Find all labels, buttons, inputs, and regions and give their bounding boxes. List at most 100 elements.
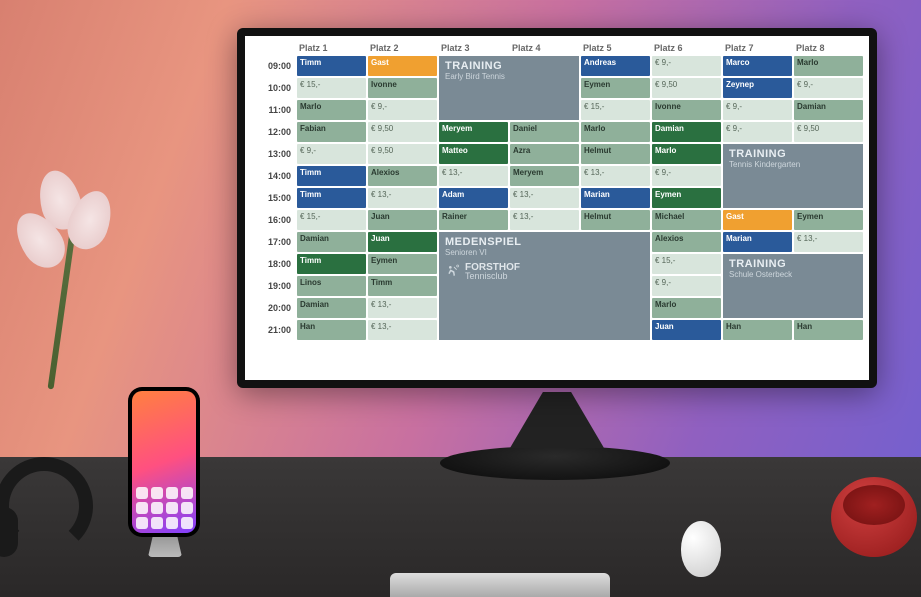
booking-slot[interactable]: Damian	[297, 232, 366, 252]
price-slot[interactable]: € 13,-	[794, 232, 863, 252]
block-medenspiel[interactable]: MEDENSPIEL Senioren VI FORSTHOFTennisclu…	[439, 232, 650, 340]
col-header: Platz 3	[439, 42, 508, 54]
booking-slot[interactable]: Timm	[297, 166, 366, 186]
price-slot[interactable]: € 9,50	[652, 78, 721, 98]
price-slot[interactable]: € 9,-	[297, 144, 366, 164]
booking-slot[interactable]: Meryem	[510, 166, 579, 186]
booking-slot[interactable]: Damian	[297, 298, 366, 318]
booking-slot[interactable]: Alexios	[368, 166, 437, 186]
keyboard-decor	[390, 573, 610, 597]
price-slot[interactable]: € 9,-	[794, 78, 863, 98]
booking-slot[interactable]: Matteo	[439, 144, 508, 164]
booking-slot[interactable]: Eymen	[652, 188, 721, 208]
booking-slot[interactable]: Eymen	[581, 78, 650, 98]
time-label: 09:00	[251, 56, 295, 76]
booking-slot[interactable]: Han	[297, 320, 366, 340]
booking-slot[interactable]: Marlo	[652, 144, 721, 164]
booking-slot[interactable]: Timm	[297, 56, 366, 76]
price-slot[interactable]: € 9,-	[652, 166, 721, 186]
booking-slot[interactable]: Azra	[510, 144, 579, 164]
booking-slot[interactable]: Juan	[652, 320, 721, 340]
price-slot[interactable]: € 13,-	[368, 188, 437, 208]
price-slot[interactable]: € 9,50	[368, 122, 437, 142]
booking-slot[interactable]: Marlo	[297, 100, 366, 120]
price-slot[interactable]: € 9,-	[723, 100, 792, 120]
col-header: Platz 4	[510, 42, 579, 54]
time-label: 14:00	[251, 166, 295, 186]
booking-slot[interactable]: Meryem	[439, 122, 508, 142]
price-slot[interactable]: € 13,-	[510, 188, 579, 208]
col-header: Platz 2	[368, 42, 437, 54]
price-slot[interactable]: € 15,-	[297, 78, 366, 98]
price-slot[interactable]: € 9,50	[368, 144, 437, 164]
price-slot[interactable]: € 15,-	[297, 210, 366, 230]
price-slot[interactable]: € 13,-	[368, 320, 437, 340]
price-slot[interactable]: € 15,-	[581, 100, 650, 120]
booking-slot[interactable]: Andreas	[581, 56, 650, 76]
monitor-stand	[510, 392, 604, 448]
booking-slot[interactable]: Helmut	[581, 210, 650, 230]
block-training-kindergarten[interactable]: TRAINING Tennis Kindergarten	[723, 144, 863, 208]
booking-slot[interactable]: Damian	[652, 122, 721, 142]
block-training-earlybird[interactable]: TRAINING Early Bird Tennis	[439, 56, 579, 120]
time-label: 12:00	[251, 122, 295, 142]
price-slot[interactable]: € 15,-	[652, 254, 721, 274]
booking-slot[interactable]: Marlo	[652, 298, 721, 318]
booking-slot[interactable]: Zeynep	[723, 78, 792, 98]
booking-slot[interactable]: Helmut	[581, 144, 650, 164]
col-header: Platz 1	[297, 42, 366, 54]
monitor: Platz 1 Platz 2 Platz 3 Platz 4 Platz 5 …	[237, 28, 877, 388]
block-training-osterbeck[interactable]: TRAINING Schule Osterbeck	[723, 254, 863, 318]
booking-slot[interactable]: Juan	[368, 232, 437, 252]
booking-slot[interactable]: Marco	[723, 56, 792, 76]
schedule-body: TRAINING Early Bird Tennis TRAINING Tenn…	[251, 56, 863, 340]
time-label: 11:00	[251, 100, 295, 120]
booking-slot[interactable]: Gast	[368, 56, 437, 76]
booking-slot[interactable]: Eymen	[368, 254, 437, 274]
booking-slot[interactable]: Rainer	[439, 210, 508, 230]
booking-slot[interactable]: Han	[723, 320, 792, 340]
price-slot[interactable]: € 9,-	[652, 276, 721, 296]
booking-slot[interactable]: Marian	[581, 188, 650, 208]
schedule-grid: Platz 1 Platz 2 Platz 3 Platz 4 Platz 5 …	[251, 42, 863, 374]
flowers-decor	[0, 130, 120, 390]
time-label: 20:00	[251, 298, 295, 318]
booking-slot[interactable]: Linos	[297, 276, 366, 296]
col-header: Platz 6	[652, 42, 721, 54]
booking-slot[interactable]: Eymen	[794, 210, 863, 230]
time-label: 15:00	[251, 188, 295, 208]
price-slot[interactable]: € 13,-	[368, 298, 437, 318]
booking-slot[interactable]: Michael	[652, 210, 721, 230]
booking-slot[interactable]: Marlo	[794, 56, 863, 76]
booking-slot[interactable]: Ivonne	[368, 78, 437, 98]
price-slot[interactable]: € 13,-	[439, 166, 508, 186]
price-slot[interactable]: € 13,-	[510, 210, 579, 230]
col-header: Platz 7	[723, 42, 792, 54]
col-header: Platz 8	[794, 42, 863, 54]
booking-slot[interactable]: Alexios	[652, 232, 721, 252]
monitor-base	[440, 446, 670, 480]
time-label: 16:00	[251, 210, 295, 230]
price-slot[interactable]: € 9,-	[368, 100, 437, 120]
time-label: 19:00	[251, 276, 295, 296]
booking-slot[interactable]: Damian	[794, 100, 863, 120]
booking-slot[interactable]: Marian	[723, 232, 792, 252]
time-label: 10:00	[251, 78, 295, 98]
booking-slot[interactable]: Timm	[297, 254, 366, 274]
booking-slot[interactable]: Gast	[723, 210, 792, 230]
booking-slot[interactable]: Daniel	[510, 122, 579, 142]
screen-content: Platz 1 Platz 2 Platz 3 Platz 4 Platz 5 …	[245, 36, 869, 380]
booking-slot[interactable]: Han	[794, 320, 863, 340]
booking-slot[interactable]: Timm	[297, 188, 366, 208]
price-slot[interactable]: € 13,-	[581, 166, 650, 186]
booking-slot[interactable]: Marlo	[581, 122, 650, 142]
booking-slot[interactable]: Timm	[368, 276, 437, 296]
booking-slot[interactable]: Fabian	[297, 122, 366, 142]
price-slot[interactable]: € 9,50	[794, 122, 863, 142]
booking-slot[interactable]: Juan	[368, 210, 437, 230]
smartphone	[128, 387, 200, 537]
price-slot[interactable]: € 9,-	[723, 122, 792, 142]
booking-slot[interactable]: Adam	[439, 188, 508, 208]
price-slot[interactable]: € 9,-	[652, 56, 721, 76]
booking-slot[interactable]: Ivonne	[652, 100, 721, 120]
